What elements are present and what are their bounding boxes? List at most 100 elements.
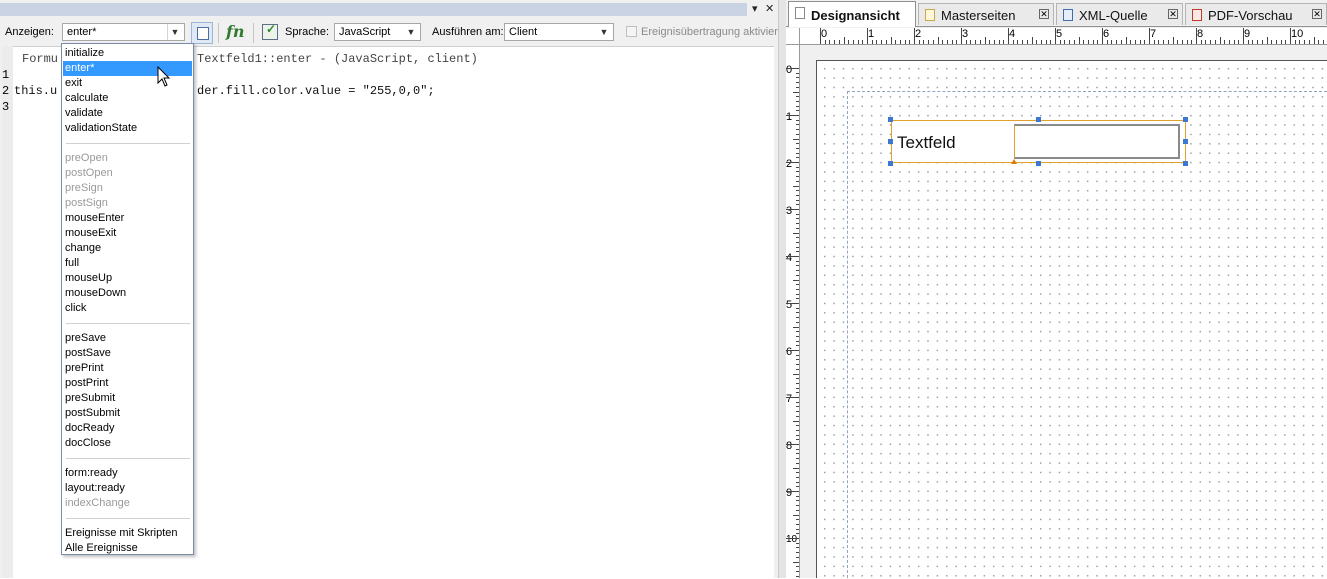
ruler-tick [796, 406, 799, 407]
caption-split-marker[interactable] [1011, 159, 1017, 164]
chevron-down-icon[interactable]: ▼ [167, 24, 182, 40]
event-dropdown-list[interactable]: initialize enter* exit calculate validate val… [61, 43, 194, 555]
ruler-tick [966, 40, 967, 44]
ruler-tick [786, 397, 799, 398]
script-editor-button[interactable] [191, 22, 213, 44]
event-option[interactable]: postPrint [63, 376, 192, 391]
tab-masterseiten[interactable]: Masterseiten ✕ [918, 3, 1054, 25]
ruler-tick [923, 40, 924, 44]
ruler-tick [796, 157, 799, 158]
event-option[interactable]: initialize [63, 46, 192, 61]
ruler-tick [961, 28, 962, 44]
chevron-down-icon[interactable]: ▼ [404, 24, 418, 40]
selection-handle[interactable] [888, 161, 893, 166]
selection-handle[interactable] [1183, 139, 1188, 144]
event-option[interactable]: prePrint [63, 361, 192, 376]
ruler-tick [886, 40, 887, 44]
event-option[interactable]: exit [63, 76, 192, 91]
event-option[interactable]: mouseDown [63, 286, 192, 301]
selection-handle[interactable] [1036, 117, 1041, 122]
ruler-tick [1220, 37, 1221, 44]
event-option[interactable]: validate [63, 106, 192, 121]
event-option[interactable]: form:ready [63, 466, 192, 481]
event-option[interactable]: mouseExit [63, 226, 192, 241]
ruler-tick [796, 369, 799, 370]
show-event-select[interactable]: enter* ▼ [62, 23, 185, 41]
event-option[interactable]: change [63, 241, 192, 256]
ruler-tick [796, 294, 799, 295]
selection-handle[interactable] [888, 139, 893, 144]
event-option[interactable]: layout:ready [63, 481, 192, 496]
ruler-tick [1064, 40, 1065, 44]
event-option[interactable]: postSubmit [63, 406, 192, 421]
ruler-tick [1173, 37, 1174, 44]
event-option[interactable]: preSave [63, 331, 192, 346]
close-icon[interactable]: ✕ [1312, 9, 1322, 19]
tab-designansicht[interactable]: Designansicht [788, 1, 916, 27]
ruler-tick [796, 449, 799, 450]
tab-pdf-vorschau[interactable]: PDF-Vorschau ✕ [1185, 3, 1327, 25]
event-option[interactable]: postSave [63, 346, 192, 361]
ruler-tick [786, 538, 799, 539]
panel-close-icon[interactable]: ✕ [765, 2, 774, 15]
event-option[interactable]: validationState [63, 121, 192, 136]
language-select[interactable]: JavaScript ▼ [334, 23, 421, 41]
selection-handle[interactable] [1183, 161, 1188, 166]
ruler-tick [793, 562, 799, 563]
event-option[interactable]: click [63, 301, 192, 316]
close-icon[interactable]: ✕ [1039, 9, 1049, 19]
ruler-tick [1248, 40, 1249, 44]
ruler-tick [1088, 40, 1089, 44]
event-option[interactable]: preSubmit [63, 391, 192, 406]
event-option[interactable]: enter* [63, 61, 192, 76]
ruler-tick [796, 463, 799, 464]
event-option: postOpen [65, 167, 113, 179]
ruler-tick [796, 223, 799, 224]
ruler-tick [956, 40, 957, 44]
syntax-check-icon[interactable]: ✓ [262, 22, 278, 40]
ruler-label: 6 [1103, 28, 1110, 40]
panel-menu-icon[interactable]: ▾ [752, 2, 758, 15]
ruler-tick [1276, 40, 1277, 44]
event-option: indexChange [65, 497, 130, 509]
ruler-tick [1027, 40, 1028, 44]
ruler-tick [1191, 40, 1192, 44]
event-option[interactable]: calculate [63, 91, 192, 106]
ruler-tick [796, 289, 799, 290]
ruler-tick [786, 115, 799, 116]
ruler-tick [952, 40, 953, 44]
function-icon[interactable]: fn [226, 22, 245, 41]
tab-xml-quelle[interactable]: XML-Quelle ✕ [1056, 3, 1183, 25]
xml-icon [1063, 9, 1073, 21]
ruler-tick [1069, 40, 1070, 44]
ruler-tick [796, 430, 799, 431]
ruler-tick [1130, 40, 1131, 44]
ruler-tick [796, 529, 799, 530]
chevron-down-icon[interactable]: ▼ [597, 24, 611, 40]
ruler-tick [1210, 40, 1211, 44]
selection-handle[interactable] [888, 117, 893, 122]
event-option[interactable]: full [63, 256, 192, 271]
ruler-tick [1144, 40, 1145, 44]
close-icon[interactable]: ✕ [1168, 9, 1178, 19]
ruler-tick [796, 167, 799, 168]
line-number: 2 [2, 84, 10, 98]
event-option[interactable]: mouseUp [63, 271, 192, 286]
panel-splitter[interactable] [778, 0, 786, 578]
selection-handle[interactable] [1036, 161, 1041, 166]
ruler-tick [1126, 37, 1127, 44]
event-option: preSign [65, 182, 103, 194]
textfield-input-box[interactable] [1014, 124, 1180, 159]
event-option[interactable]: docClose [63, 436, 192, 451]
propagate-checkbox[interactable] [626, 26, 637, 37]
dropdown-separator [66, 458, 190, 459]
run-at-select[interactable]: Client ▼ [504, 23, 614, 41]
ruler-tick [1154, 40, 1155, 44]
event-option[interactable]: docReady [63, 421, 192, 436]
event-option[interactable]: Alle Ereignisse [63, 541, 192, 556]
selection-handle[interactable] [1183, 117, 1188, 122]
event-option[interactable]: Ereignisse mit Skripten [63, 526, 192, 541]
ruler-tick [796, 87, 799, 88]
ruler-label: 6 [786, 346, 793, 358]
event-option[interactable]: mouseEnter [63, 211, 192, 226]
